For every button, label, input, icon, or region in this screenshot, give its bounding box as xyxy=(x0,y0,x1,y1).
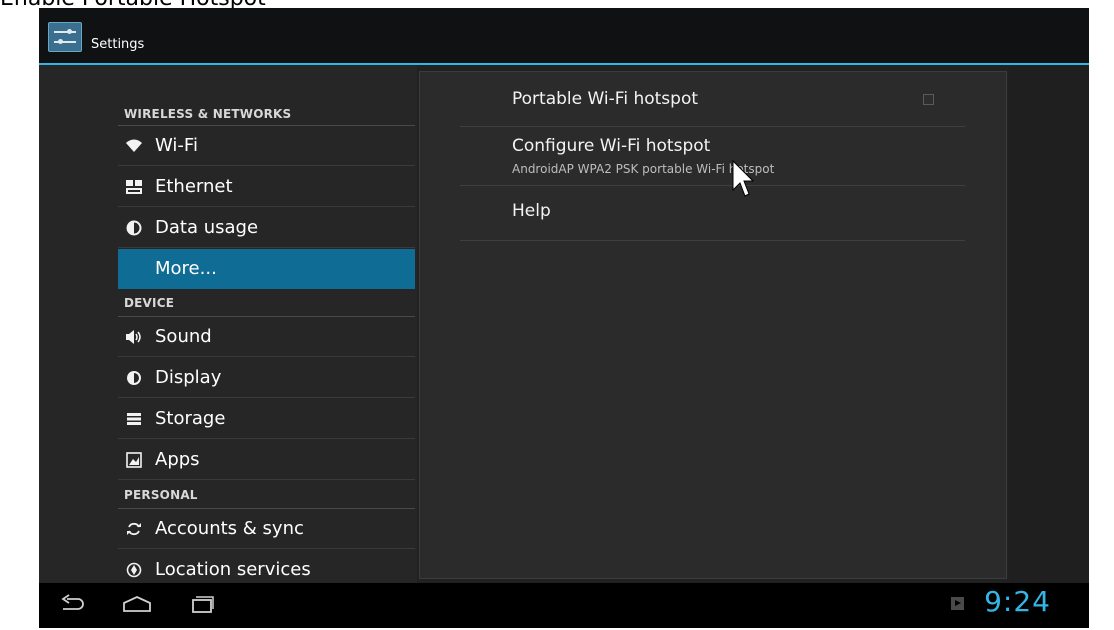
sidebar-item-sound[interactable]: Sound xyxy=(118,317,415,357)
sidebar-item-apps[interactable]: Apps xyxy=(118,440,415,480)
sidebar-item-data-usage[interactable]: Data usage xyxy=(118,208,415,248)
pref-configure-hotspot[interactable]: Configure Wi-Fi hotspot AndroidAP WPA2 P… xyxy=(460,127,965,186)
sidebar-item-label: Storage xyxy=(155,408,226,429)
detail-pane: Portable Wi-Fi hotspot Configure Wi-Fi h… xyxy=(419,71,1007,579)
sidebar-item-label: Data usage xyxy=(155,217,259,238)
sidebar-item-wifi[interactable]: Wi-Fi xyxy=(118,126,415,166)
sound-icon xyxy=(125,328,143,346)
home-icon[interactable] xyxy=(121,593,153,615)
recent-apps-icon[interactable] xyxy=(189,593,215,615)
action-bar: Settings xyxy=(39,8,1089,65)
category-personal: PERSONAL xyxy=(124,488,198,502)
pref-help[interactable]: Help xyxy=(460,186,965,241)
sidebar-item-label: Accounts & sync xyxy=(155,518,304,539)
ethernet-icon xyxy=(125,178,143,196)
storage-icon xyxy=(125,410,143,428)
system-navigation-bar: 9:24 xyxy=(39,583,1089,628)
location-icon xyxy=(125,561,143,579)
right-margin xyxy=(1009,65,1089,583)
pref-portable-hotspot[interactable]: Portable Wi-Fi hotspot xyxy=(460,72,965,127)
back-icon[interactable] xyxy=(59,593,85,615)
category-device: DEVICE xyxy=(124,296,175,310)
hotspot-checkbox[interactable] xyxy=(923,94,934,105)
data-usage-icon xyxy=(125,219,143,237)
settings-sidebar: WIRELESS & NETWORKS Wi-Fi Ethernet Data … xyxy=(39,65,417,590)
caption-text: Enable Portable Hotspot xyxy=(0,0,266,11)
pref-title: Portable Wi-Fi hotspot xyxy=(512,89,699,109)
wifi-icon xyxy=(125,137,143,155)
display-icon xyxy=(125,369,143,387)
sidebar-item-label: Sound xyxy=(155,326,212,347)
status-clock: 9:24 xyxy=(984,585,1051,618)
sidebar-item-accounts-sync[interactable]: Accounts & sync xyxy=(118,509,415,549)
sidebar-item-display[interactable]: Display xyxy=(118,358,415,398)
sync-icon xyxy=(125,520,143,538)
settings-screen: Settings WIRELESS & NETWORKS Wi-Fi Ether… xyxy=(39,8,1089,590)
sidebar-item-label: Display xyxy=(155,367,222,388)
pref-title: Help xyxy=(512,201,551,221)
sidebar-item-label: More... xyxy=(155,258,217,279)
sidebar-item-label: Location services xyxy=(155,559,311,580)
pref-title: Configure Wi-Fi hotspot xyxy=(512,136,711,156)
play-notification-icon[interactable] xyxy=(951,597,964,610)
mouse-cursor-icon xyxy=(732,160,754,197)
apps-icon xyxy=(125,451,143,469)
category-wireless-networks: WIRELESS & NETWORKS xyxy=(124,107,292,121)
sidebar-item-label: Ethernet xyxy=(155,176,233,197)
sidebar-item-label: Wi-Fi xyxy=(155,135,198,156)
sidebar-item-label: Apps xyxy=(155,449,200,470)
app-title: Settings xyxy=(91,37,145,52)
sidebar-item-more[interactable]: More... xyxy=(118,249,415,289)
sidebar-item-storage[interactable]: Storage xyxy=(118,399,415,439)
sidebar-item-ethernet[interactable]: Ethernet xyxy=(118,167,415,207)
settings-sliders-icon[interactable] xyxy=(48,22,82,52)
